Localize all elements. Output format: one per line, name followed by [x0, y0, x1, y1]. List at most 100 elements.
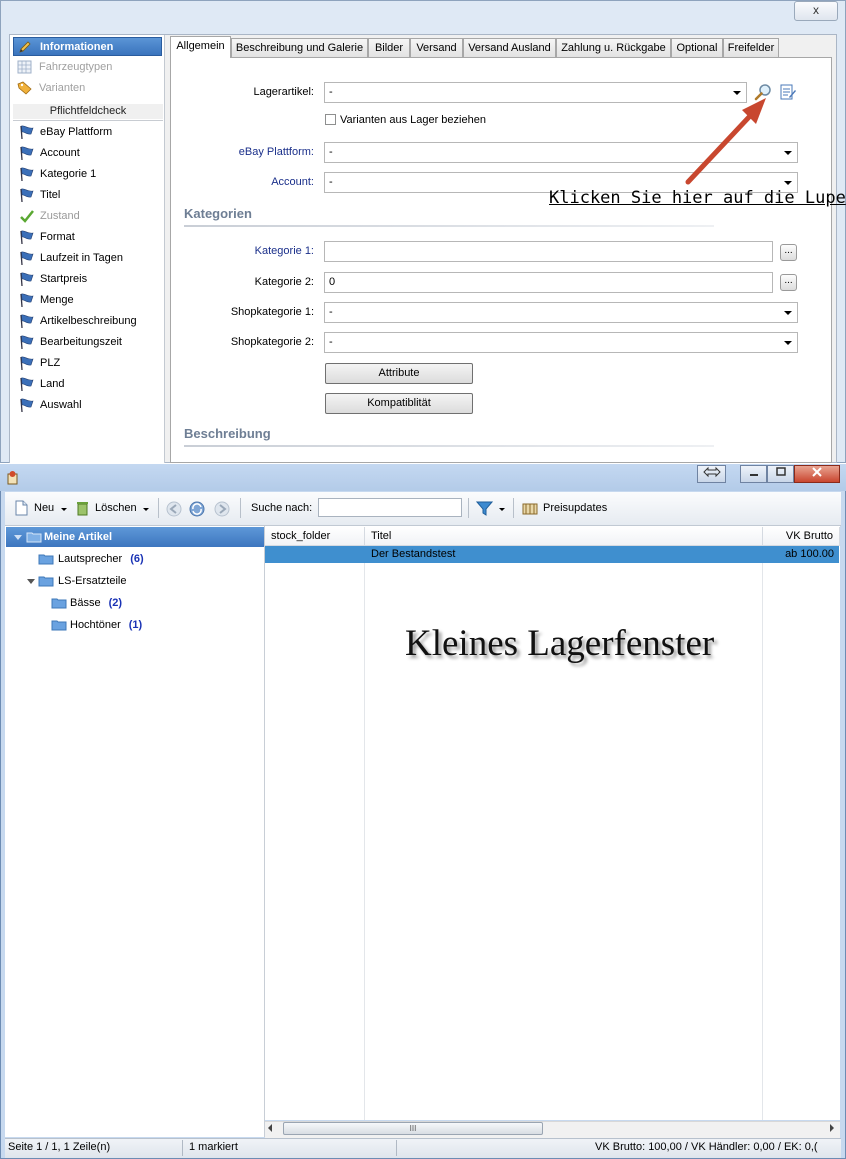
close-button[interactable]: x: [794, 1, 838, 21]
flag-icon: [20, 167, 34, 182]
scroll-left-icon[interactable]: [268, 1124, 272, 1132]
tab-versand[interactable]: Versand: [410, 38, 463, 57]
tab-versand-ausland[interactable]: Versand Ausland: [463, 38, 556, 57]
price-updates-button[interactable]: Preisupdates: [543, 492, 607, 525]
flag-icon: [20, 272, 34, 287]
nav-item-fahrzeugtypen[interactable]: Fahrzeugtypen: [13, 58, 162, 77]
back-arrow-icon[interactable]: [166, 501, 182, 517]
ebay-plattform-label: eBay Plattform:: [238, 146, 314, 158]
tree-node-lautsprecher[interactable]: Lautsprecher (6): [38, 549, 144, 569]
attribute-button[interactable]: Attribute: [325, 363, 473, 384]
folder-icon: [38, 554, 54, 565]
tag-icon: [17, 81, 32, 95]
tree-root-meine-artikel[interactable]: Meine Artikel: [6, 527, 264, 547]
flag-icon: [20, 398, 34, 413]
shopkategorie1-value: -: [329, 306, 333, 318]
flag-icon: [20, 146, 34, 161]
tab-bilder[interactable]: Bilder: [368, 38, 410, 57]
chevron-down-icon[interactable]: [61, 508, 67, 511]
folder-icon: [26, 532, 42, 543]
delete-button[interactable]: Löschen: [95, 492, 137, 525]
new-button[interactable]: Neu: [34, 492, 54, 525]
chevron-down-icon: [784, 151, 792, 155]
annotation-caption: Klicken Sie hier auf die Lupe: [549, 188, 846, 208]
check-item[interactable]: eBay Plattform: [14, 122, 112, 142]
section-divider: [184, 445, 714, 447]
tree-node-count: (6): [130, 553, 144, 565]
status-prices: VK Brutto: 100,00 / VK Händler: 0,00 / E…: [595, 1141, 818, 1153]
minimize-button[interactable]: [740, 465, 767, 483]
check-item-label: Laufzeit in Tagen: [40, 252, 123, 264]
tab-allgemein[interactable]: Allgemein: [170, 36, 231, 58]
toolbar-separator: [468, 498, 469, 518]
kategorie2-browse-button[interactable]: ...: [780, 274, 797, 291]
checkmark-icon: [20, 210, 34, 223]
nav-item-varianten[interactable]: Varianten: [13, 79, 162, 98]
check-item[interactable]: Kategorie 1: [14, 164, 96, 184]
chevron-down-icon[interactable]: [143, 508, 149, 511]
tree-node-ls-ersatzteile[interactable]: LS-Ersatzteile: [26, 571, 126, 591]
refresh-icon[interactable]: [189, 501, 205, 517]
flag-icon: [20, 356, 34, 371]
kategorie2-label: Kategorie 2:: [254, 276, 314, 288]
check-item[interactable]: Laufzeit in Tagen: [14, 248, 123, 268]
tab-zahlung-rueckgabe[interactable]: Zahlung u. Rückgabe: [556, 38, 671, 57]
check-item[interactable]: Auswahl: [14, 395, 82, 415]
tab-freifelder[interactable]: Freifelder: [723, 38, 779, 57]
search-input[interactable]: [318, 498, 462, 517]
tree-node-count: (2): [108, 597, 123, 609]
flag-icon: [20, 125, 34, 140]
chevron-down-icon[interactable]: [499, 508, 505, 511]
varianten-checkbox-label: Varianten aus Lager beziehen: [340, 114, 486, 126]
maximize-button[interactable]: [767, 465, 794, 483]
check-item[interactable]: Land: [14, 374, 64, 394]
check-item[interactable]: Artikelbeschreibung: [14, 311, 137, 331]
edit-document-icon[interactable]: [779, 83, 797, 101]
shopkategorie1-dropdown[interactable]: -: [324, 302, 798, 323]
check-item[interactable]: Account: [14, 143, 80, 163]
tree-node-hochtoener[interactable]: Hochtöner (1): [51, 615, 142, 635]
check-item[interactable]: Bearbeitungszeit: [14, 332, 122, 352]
chevron-down-icon: [784, 311, 792, 315]
kompatibilitaet-button[interactable]: Kompatiblität: [325, 393, 473, 414]
chevron-down-icon: [784, 341, 792, 345]
kategorie1-browse-button[interactable]: ...: [780, 244, 797, 261]
column-header-stock-folder[interactable]: stock_folder: [265, 527, 365, 546]
status-page-info: Seite 1 / 1, 1 Zeile(n): [8, 1141, 111, 1153]
check-item[interactable]: Zustand: [14, 206, 80, 226]
window-close-button[interactable]: [794, 465, 840, 483]
tree-node-label: Hochtöner: [70, 619, 121, 631]
account-value: -: [329, 176, 333, 188]
tree-expand-icon[interactable]: [14, 535, 22, 540]
kategorie1-input[interactable]: [324, 241, 773, 262]
close-icon: [812, 467, 822, 477]
column-header-vk-brutto[interactable]: VK Brutto: [763, 527, 840, 546]
column-header-titel[interactable]: Titel: [365, 527, 763, 546]
tab-beschreibung-galerie[interactable]: Beschreibung und Galerie: [231, 38, 368, 57]
check-item[interactable]: Titel: [14, 185, 60, 205]
forward-arrow-icon[interactable]: [214, 501, 230, 517]
restore-arrows-button[interactable]: [697, 465, 726, 483]
varianten-checkbox[interactable]: [325, 114, 336, 125]
check-item[interactable]: Menge: [14, 290, 74, 310]
cell-vk-brutto: ab 100.00: [785, 548, 834, 560]
kategorien-section-title: Kategorien: [184, 206, 252, 221]
check-item[interactable]: PLZ: [14, 353, 60, 373]
scroll-right-icon[interactable]: [830, 1124, 834, 1132]
shopkategorie2-dropdown[interactable]: -: [324, 332, 798, 353]
filter-icon[interactable]: [476, 500, 493, 517]
scrollbar-thumb[interactable]: III: [283, 1122, 543, 1135]
folder-icon: [51, 620, 67, 631]
check-item[interactable]: Startpreis: [14, 269, 87, 289]
check-item[interactable]: Format: [14, 227, 75, 247]
nav-item-label: Informationen: [40, 41, 114, 53]
tree-node-baesse[interactable]: Bässe (2): [51, 593, 122, 613]
kategorie2-input[interactable]: 0: [324, 272, 773, 293]
check-item-label: eBay Plattform: [40, 126, 113, 138]
nav-item-informationen[interactable]: Informationen: [13, 37, 162, 56]
nav-item-label: Fahrzeugtypen: [39, 61, 113, 73]
tree-expand-icon[interactable]: [27, 579, 35, 584]
nav-item-label: Varianten: [39, 82, 86, 94]
check-item-label: Zustand: [40, 210, 80, 222]
tab-optional[interactable]: Optional: [671, 38, 723, 57]
